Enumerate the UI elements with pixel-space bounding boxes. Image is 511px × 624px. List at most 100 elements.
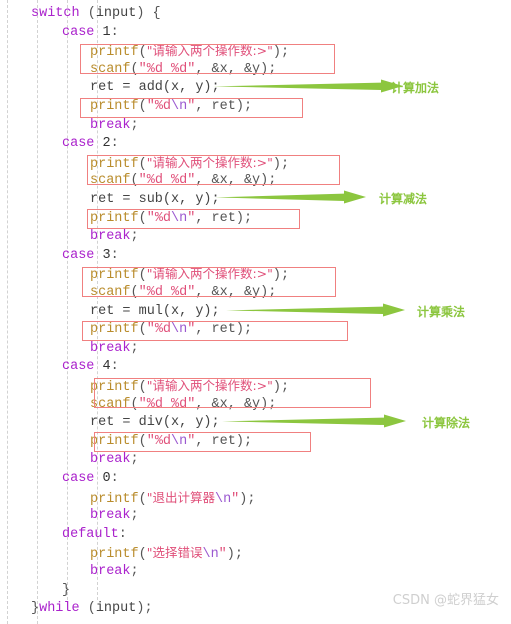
code-token: ;: [130, 564, 139, 579]
code-line: printf("%d\n", ret);: [90, 97, 252, 117]
code-token: ;: [130, 229, 139, 245]
mul-note-arrow-icon: [226, 303, 405, 317]
code-token: scanf: [90, 61, 131, 77]
code-token: "退出计算器: [146, 489, 215, 505]
code-token: , ret);: [195, 210, 253, 226]
code-token: scanf: [90, 396, 131, 412]
indent-guide-2: [67, 0, 68, 600]
code-token: (: [138, 99, 147, 114]
code-line: case 3:: [62, 246, 119, 266]
code-token: 2: [102, 136, 111, 152]
code-token: ;: [130, 452, 139, 468]
code-line: ret = mul(x, y);: [90, 302, 220, 322]
code-line: break;: [90, 339, 139, 359]
code-token: case: [62, 359, 95, 375]
code-token: "%d: [146, 433, 172, 449]
code-line: ret = div(x, y);: [90, 413, 220, 433]
code-token: case: [62, 471, 95, 486]
code-token: );: [136, 601, 153, 617]
code-token: (: [130, 285, 139, 300]
code-token: , ret);: [195, 99, 253, 114]
code-token: break: [90, 564, 131, 579]
code-token: , &x, &y);: [195, 173, 277, 189]
code-token: "选择错误: [146, 545, 203, 561]
code-token: printf: [90, 433, 139, 449]
code-token: ret = sub(x, y);: [90, 192, 220, 207]
code-token: printf: [90, 156, 139, 172]
code-token: "请输入两个操作数:>": [146, 266, 273, 282]
code-token: :: [110, 471, 119, 486]
code-token: ret = mul(x, y);: [90, 303, 220, 319]
code-token: 4: [102, 359, 111, 375]
code-token: ) {: [136, 6, 161, 21]
code-token: (: [138, 210, 147, 226]
code-token: 1: [102, 24, 111, 40]
code-token: , &x, &y);: [195, 396, 277, 412]
code-line: case 0:: [62, 469, 119, 489]
code-token: "%d: [146, 99, 172, 114]
code-token: :: [110, 24, 119, 40]
code-line: break;: [90, 227, 139, 247]
code-token: \n: [171, 210, 188, 226]
code-token: \n: [214, 491, 232, 507]
code-line: break;: [90, 450, 139, 470]
code-line: ret = sub(x, y);: [90, 190, 220, 210]
code-token: \n: [171, 99, 188, 114]
code-token: break: [90, 117, 131, 133]
code-token: "请输入两个操作数:>": [146, 43, 273, 59]
code-token: break: [90, 508, 131, 524]
sub-note-arrow-icon: [215, 190, 366, 204]
code-token: (: [138, 45, 147, 61]
code-token: \n: [171, 433, 188, 449]
code-token: "%d: [146, 210, 172, 226]
code-token: break: [90, 452, 131, 468]
code-token: printf: [90, 210, 139, 226]
code-line: break;: [90, 562, 139, 582]
indent-guide-1: [37, 0, 38, 624]
code-token: );: [272, 45, 290, 61]
code-line: }while (input);: [31, 599, 153, 619]
code-token: case: [62, 136, 95, 152]
code-token: (: [130, 396, 139, 412]
code-token: (: [130, 61, 139, 77]
code-token: "%d %d": [138, 173, 196, 189]
add-note-arrow-icon: [213, 79, 403, 93]
code-line: break;: [90, 116, 139, 136]
code-token: printf: [90, 322, 139, 338]
indent-guide-0: [7, 0, 8, 624]
code-line: scanf("%d %d", &x, &y);: [90, 171, 276, 191]
code-line: scanf("%d %d", &x, &y);: [90, 60, 276, 80]
code-token: break: [90, 340, 131, 356]
code-line: scanf("%d %d", &x, &y);: [90, 283, 276, 303]
code-token: \n: [171, 322, 188, 338]
code-token: :: [110, 247, 119, 263]
code-line: printf("%d\n", ret);: [90, 432, 252, 452]
code-token: }: [62, 582, 71, 598]
code-editor-canvas: switch (input) {case 1: printf("请输入两个操作数:…: [0, 0, 511, 624]
code-token: input: [95, 6, 137, 21]
code-token: "%d %d": [138, 396, 196, 412]
code-token: ": [218, 547, 227, 563]
code-token: "请输入两个操作数:>": [146, 154, 273, 170]
code-token: printf: [90, 547, 139, 563]
code-token: (: [79, 6, 96, 21]
code-line: ret = add(x, y);: [90, 78, 220, 98]
code-token: (: [138, 380, 147, 395]
div-note-label: 计算除法: [422, 416, 471, 430]
code-token: ret = add(x, y);: [90, 80, 220, 96]
code-token: break: [90, 229, 131, 245]
code-line: case 2:: [62, 134, 119, 154]
code-token: printf: [90, 268, 139, 284]
code-token: printf: [90, 45, 139, 61]
code-token: ;: [130, 508, 139, 524]
code-token: ;: [130, 340, 139, 356]
code-line: }: [62, 581, 70, 601]
code-token: :: [110, 136, 119, 152]
code-line: scanf("%d %d", &x, &y);: [90, 395, 276, 415]
code-line: default:: [62, 525, 127, 545]
add-note-label: 计算加法: [391, 81, 440, 95]
code-token: while: [39, 601, 80, 617]
